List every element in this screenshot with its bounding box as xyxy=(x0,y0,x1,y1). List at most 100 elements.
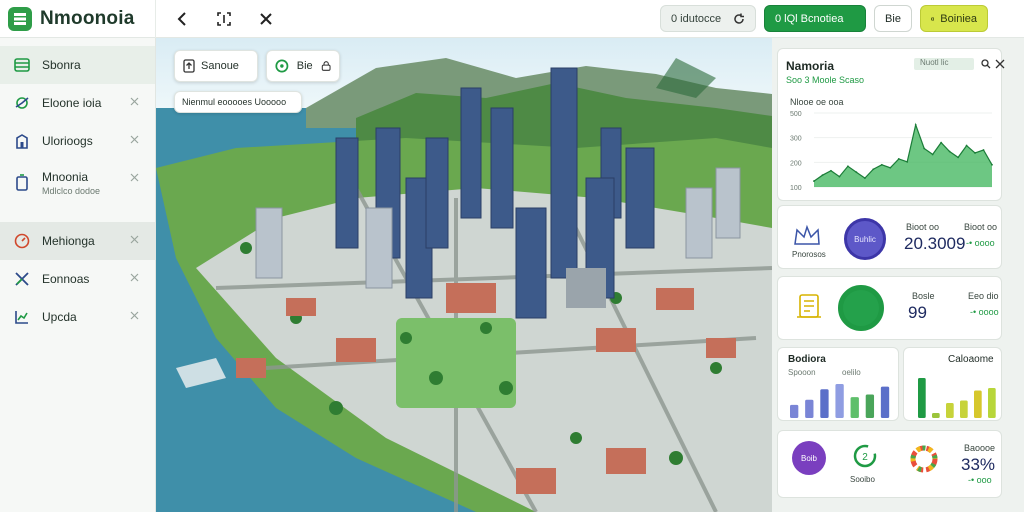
pin-icon[interactable] xyxy=(130,273,139,282)
bar-card-right-title: Caloaome xyxy=(948,354,994,365)
bar xyxy=(974,390,982,418)
bar xyxy=(946,403,954,418)
refresh-icon xyxy=(734,13,744,24)
lock-icon xyxy=(321,61,331,71)
top-bar: Nmoonoia 0 idutocce 0 lQl Bcnotiea Bie B… xyxy=(0,0,1024,38)
summary-circle: Boib xyxy=(792,441,826,475)
progress-ring xyxy=(838,285,884,331)
smile-icon xyxy=(931,16,935,21)
data-point xyxy=(813,180,815,182)
app-logo-icon xyxy=(8,6,32,31)
donut-icon xyxy=(910,445,938,473)
bar xyxy=(932,413,940,418)
sidebar-item-6[interactable]: Upcda xyxy=(0,298,155,336)
sidebar-item-label: Eloone ioia xyxy=(42,96,102,110)
data-point xyxy=(914,123,917,126)
bar xyxy=(835,384,844,418)
data-point xyxy=(872,168,875,171)
sidebar: Sbonra Eloone ioia Ulorioogs Mnoonia Mdl… xyxy=(0,38,156,512)
app-title: Nmoonoia xyxy=(40,7,135,29)
map-chip-label: Bie xyxy=(296,60,313,72)
summary-circle-label: Boib xyxy=(800,453,817,463)
sidebar-item-3[interactable]: Mnoonia Mdlclco dodoe xyxy=(0,160,155,206)
data-point xyxy=(940,141,943,144)
bar xyxy=(880,386,890,418)
close-icon[interactable] xyxy=(256,9,276,29)
pin-icon[interactable] xyxy=(130,311,139,320)
back-icon[interactable] xyxy=(172,9,192,29)
bar xyxy=(850,397,859,418)
sidebar-item-4[interactable]: Mehionga xyxy=(0,222,155,260)
sidebar-item-label: Eonnoas xyxy=(42,272,90,286)
sidebar-item-sublabel: Mdlclco dodoe xyxy=(42,186,101,196)
chart-range-field[interactable]: Nuotl lic xyxy=(914,58,974,70)
city-map-view[interactable]: Sanoue Bie Nienmul eooooes Uooooo xyxy=(156,38,772,512)
map-tooltip-label: Nienmul eooooes Uooooo xyxy=(182,97,287,107)
crown-icon xyxy=(794,224,820,245)
right-panel: Namoria Soo 3 Moole Scaso Nuotl lic Nloo… xyxy=(772,38,1024,512)
data-point xyxy=(838,175,841,178)
progress-delta: -• oooo xyxy=(970,307,999,317)
lime-button[interactable]: Boiniea xyxy=(920,5,988,32)
data-point xyxy=(957,156,959,159)
bar-card-left: Bodiora Spooon oelilo xyxy=(777,347,899,421)
sidebar-item-2[interactable]: Ulorioogs xyxy=(0,122,155,160)
map-info-tooltip: Nienmul eooooes Uooooo xyxy=(174,91,302,113)
progress-card: Bosle 99 Eeo dio -• oooo xyxy=(777,276,1002,340)
search-button-label: 0 idutocce xyxy=(671,12,722,25)
stat-delta: -• oooo xyxy=(966,238,995,248)
sidebar-item-0[interactable]: Sbonra xyxy=(0,46,155,84)
pin-icon[interactable] xyxy=(130,97,139,106)
layers-icon xyxy=(14,58,30,72)
target-icon xyxy=(275,59,289,73)
small-button-label: Bie xyxy=(885,12,901,25)
map-chip-search[interactable]: Sanoue xyxy=(174,50,258,82)
data-point xyxy=(889,166,892,169)
y-tick-label: 100 xyxy=(790,185,802,192)
sidebar-item-1[interactable]: Eloone ioia xyxy=(0,84,155,122)
data-point xyxy=(965,144,968,147)
route-icon xyxy=(15,97,29,109)
lime-button-label: Boiniea xyxy=(940,12,977,25)
data-point xyxy=(821,174,824,177)
sidebar-item-label: Mnoonia xyxy=(42,170,89,184)
pin-icon[interactable] xyxy=(130,135,139,144)
search-icon[interactable] xyxy=(981,59,991,69)
sidebar-item-label: Ulorioogs xyxy=(42,134,93,148)
data-point xyxy=(923,147,926,150)
bar xyxy=(960,400,968,418)
data-point xyxy=(991,163,993,166)
bar xyxy=(865,394,875,418)
progress-label: Bosle xyxy=(912,291,935,301)
upload-icon xyxy=(183,59,195,73)
small-button[interactable]: Bie xyxy=(874,5,912,32)
search-button[interactable]: 0 idutocce xyxy=(660,5,756,32)
chart-subtitle: Soo 3 Moole Scaso xyxy=(786,75,865,85)
close-panel-icon[interactable] xyxy=(995,59,1005,69)
data-point xyxy=(863,177,866,180)
stat-circle-label: Buhlic xyxy=(854,234,876,244)
map-chip-layer[interactable]: Bie xyxy=(266,50,340,82)
primary-action-button[interactable]: 0 lQl Bcnotiea xyxy=(764,5,866,32)
sidebar-item-label: Upcda xyxy=(42,310,77,324)
svg-text:2: 2 xyxy=(862,452,868,463)
chart-left-label: Nlooe oe ooa xyxy=(790,97,844,107)
summary-card: Boib 2 Sooibo Baoooe 33% -• ooo xyxy=(777,430,1002,498)
y-tick-label: 300 xyxy=(790,136,802,143)
cross-icon xyxy=(15,272,29,286)
pin-icon[interactable] xyxy=(130,173,139,182)
progress-right-label: Eeo dio xyxy=(968,291,999,301)
sidebar-item-5[interactable]: Eonnoas xyxy=(0,260,155,298)
data-point xyxy=(931,153,934,156)
summary-value: 33% xyxy=(961,455,996,474)
bar xyxy=(790,404,799,418)
map-chip-label: Sanoue xyxy=(201,60,239,72)
stat-value: 20.3009 xyxy=(904,234,966,253)
y-tick-label: 500 xyxy=(790,111,802,118)
summary-right-label: Baoooe xyxy=(964,443,996,453)
expand-icon[interactable] xyxy=(214,9,234,29)
data-point xyxy=(906,160,909,163)
bar xyxy=(988,388,996,418)
stat-caption: Pnorosos xyxy=(792,250,826,259)
pin-icon[interactable] xyxy=(130,235,139,244)
